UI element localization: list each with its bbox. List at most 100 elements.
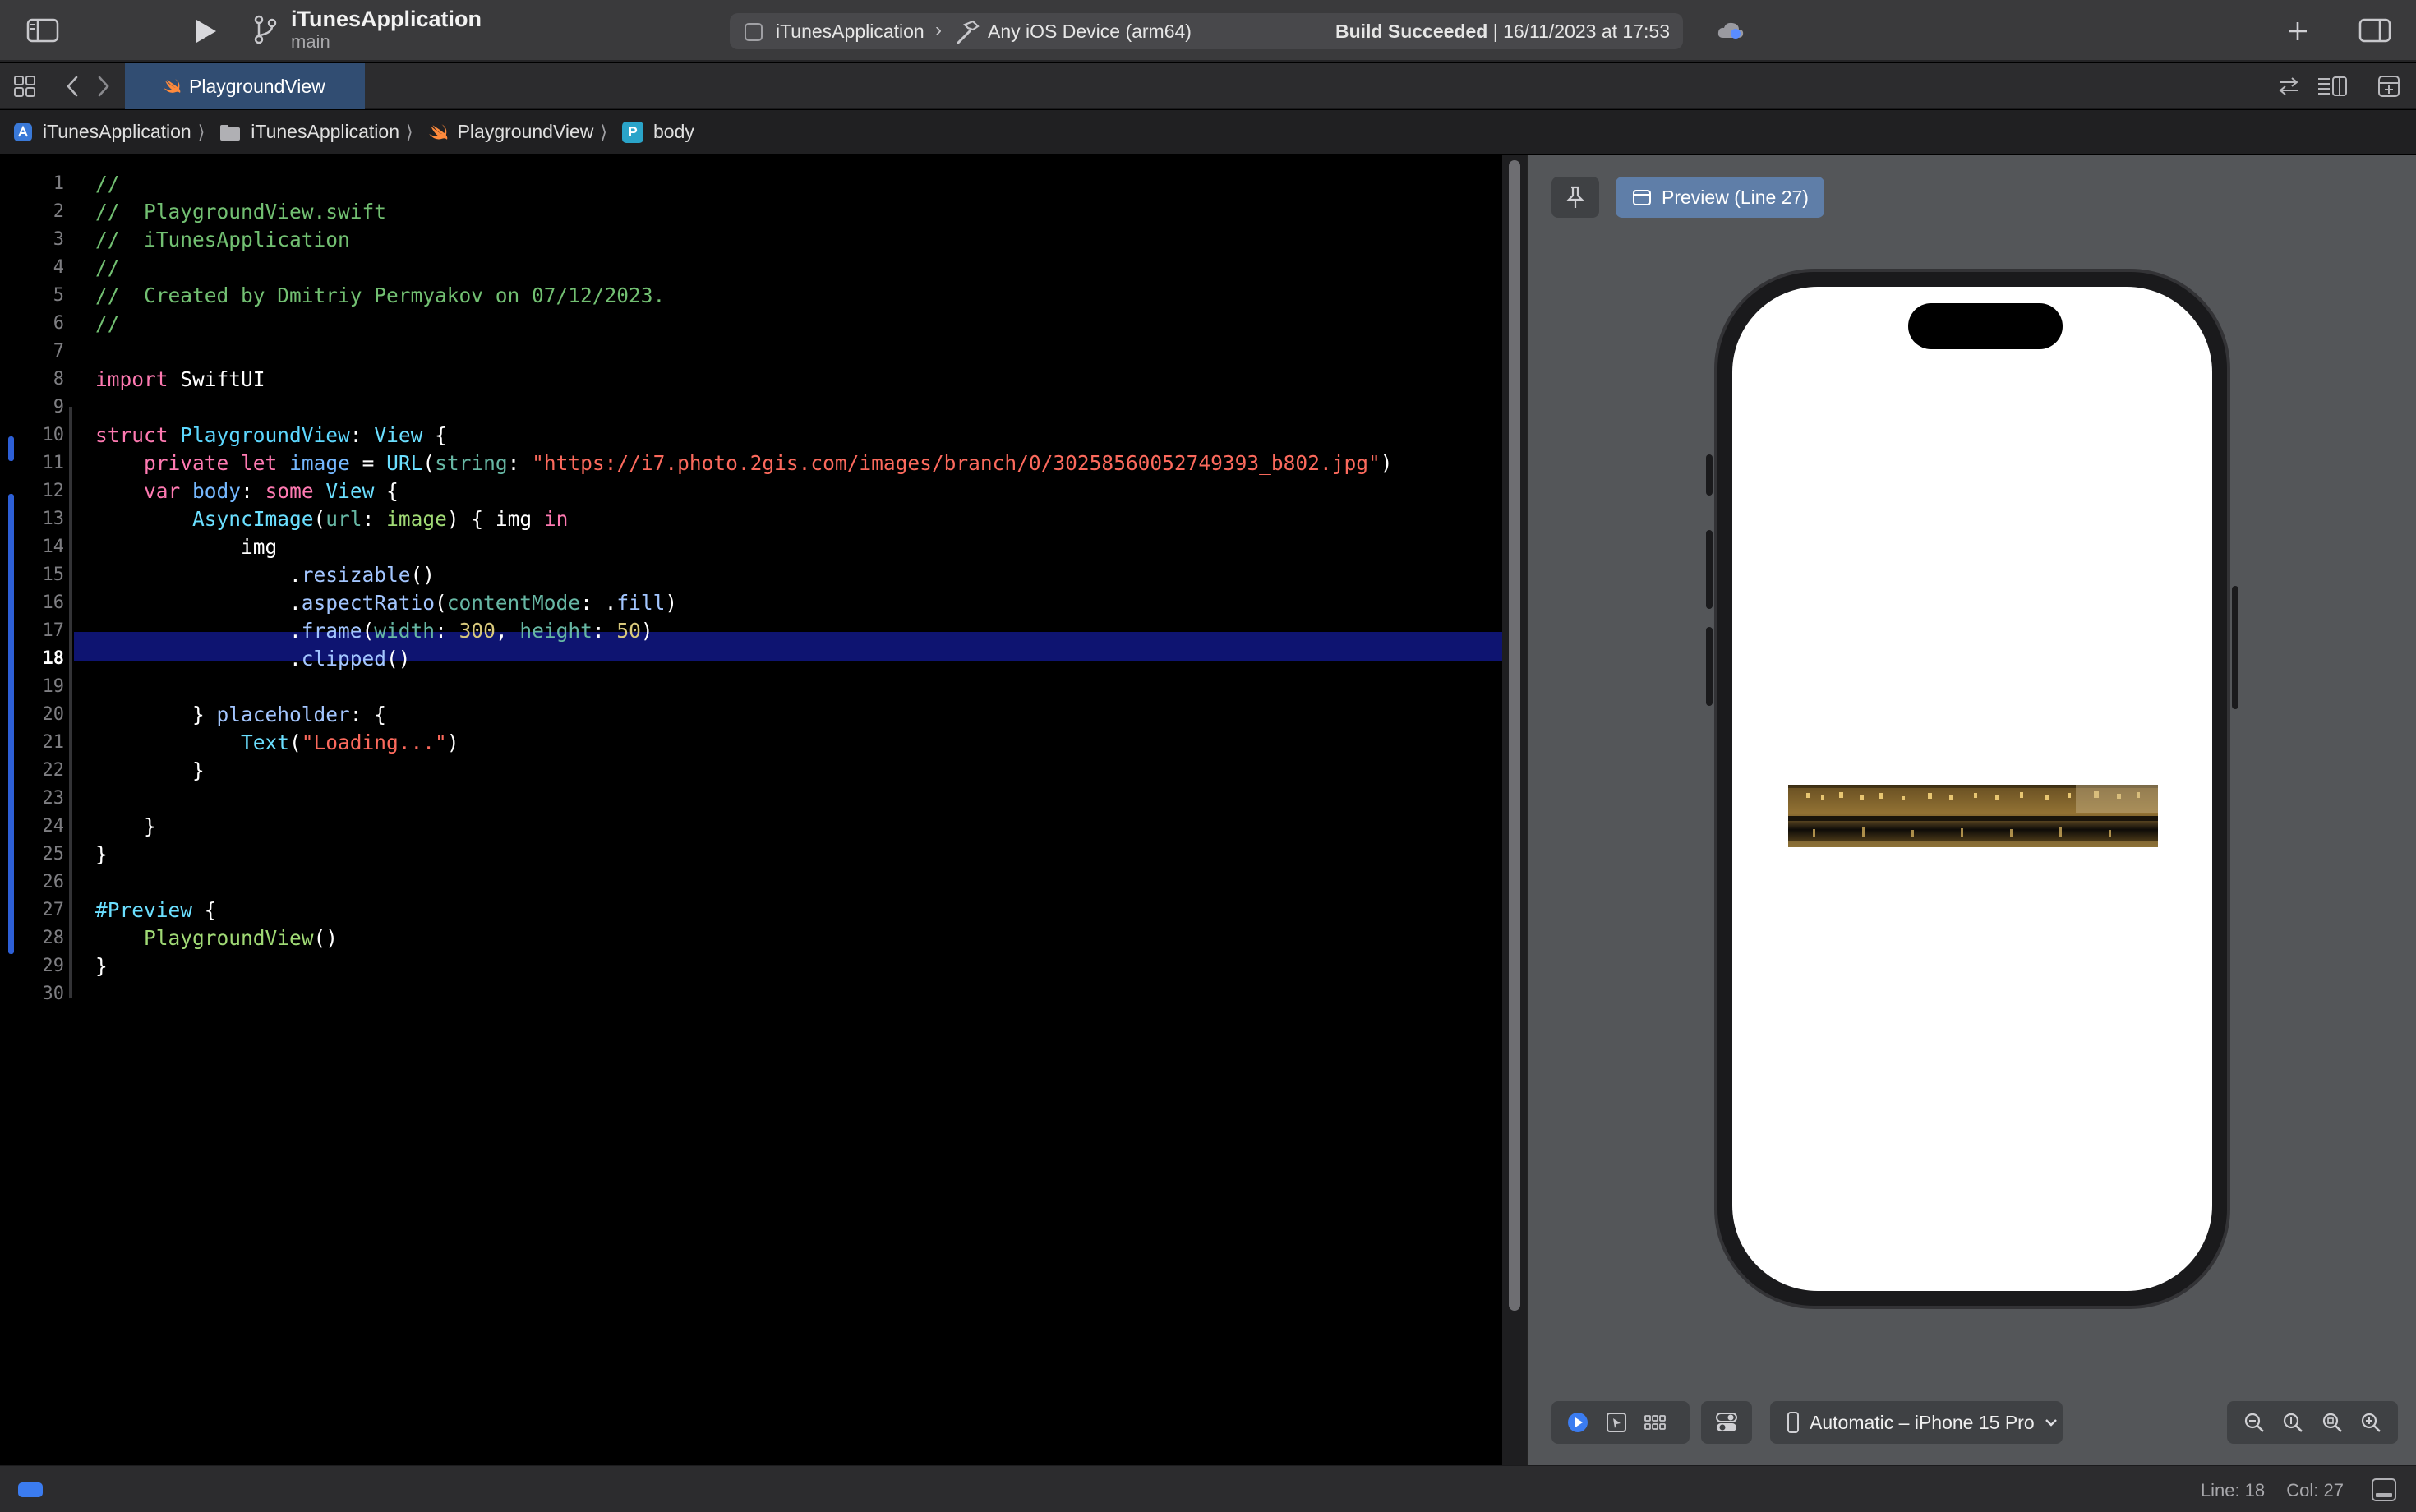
code-line[interactable]: .resizable() [95, 563, 435, 587]
tab-playgroundview[interactable]: PlaygroundView [125, 63, 365, 109]
breadcrumb-project[interactable]: iTunesApplication [13, 121, 191, 143]
code-line[interactable]: // Created by Dmitriy Permyakov on 07/12… [95, 284, 665, 307]
code-line[interactable]: AsyncImage(url: image) { img in [95, 507, 568, 531]
line-number[interactable]: 17 [0, 620, 65, 641]
code-line[interactable]: .clipped() [95, 647, 411, 671]
line-number[interactable]: 6 [0, 313, 64, 334]
jump-bar-toggle-button[interactable] [2276, 73, 2301, 99]
editor-scrollbar-thumb[interactable] [1509, 160, 1520, 1311]
code-line[interactable]: // PlaygroundView.swift [95, 200, 386, 224]
selectable-mode-icon[interactable] [1606, 1412, 1627, 1433]
project-title[interactable]: iTunesApplication [291, 7, 482, 32]
breadcrumb-symbol[interactable]: P body [621, 121, 694, 143]
zoom-actual-size-icon[interactable] [2281, 1411, 2304, 1434]
line-number[interactable]: 20 [0, 704, 65, 725]
line-number[interactable]: 28 [0, 928, 65, 948]
volume-up-button [1706, 530, 1713, 609]
code-token: // PlaygroundView.swift [95, 200, 387, 224]
line-number[interactable]: 26 [0, 872, 65, 892]
code-line[interactable]: PlaygroundView() [95, 926, 338, 950]
back-button[interactable] [61, 73, 84, 99]
line-number[interactable]: 11 [0, 453, 65, 473]
navigator-toggle-button[interactable] [25, 16, 61, 44]
code-line[interactable]: img [95, 535, 277, 559]
line-number[interactable]: 21 [0, 732, 65, 753]
line-number[interactable]: 22 [0, 760, 65, 781]
code-line[interactable]: } [95, 814, 156, 838]
code-token: image [386, 507, 447, 531]
cloud-icon[interactable] [1714, 16, 1747, 44]
device-screen[interactable] [1732, 287, 2212, 1291]
grid-icon [14, 76, 35, 97]
code-line[interactable]: } [95, 954, 108, 978]
code-token: some [265, 479, 314, 503]
add-library-button[interactable] [2281, 15, 2314, 48]
code-line[interactable]: // [95, 311, 120, 335]
code-line[interactable]: } placeholder: { [95, 703, 386, 726]
breadcrumb-folder[interactable]: iTunesApplication [219, 121, 399, 143]
zoom-in-icon[interactable] [2359, 1411, 2382, 1434]
line-number[interactable]: 2 [0, 201, 64, 222]
preview-device-picker[interactable]: Automatic – iPhone 15 Pro [1770, 1401, 2063, 1444]
line-number[interactable]: 27 [0, 900, 65, 920]
preview-tab[interactable]: Preview (Line 27) [1616, 177, 1824, 218]
line-number[interactable]: 10 [0, 425, 65, 445]
line-number[interactable]: 25 [0, 844, 65, 864]
code-line[interactable]: var body: some View { [95, 479, 399, 503]
line-number[interactable]: 18 [0, 648, 65, 669]
code-line[interactable]: } [95, 758, 205, 782]
line-number[interactable]: 8 [0, 369, 64, 390]
line-number[interactable]: 16 [0, 592, 65, 613]
line-number[interactable]: 7 [0, 341, 64, 362]
related-items-button[interactable] [12, 74, 38, 99]
property-badge-icon: P [621, 121, 643, 143]
line-number[interactable]: 23 [0, 788, 65, 809]
line-number[interactable]: 14 [0, 537, 65, 557]
code-line[interactable]: // [95, 172, 120, 196]
zoom-out-icon[interactable] [2243, 1411, 2266, 1434]
inspector-toggle-button[interactable] [2357, 16, 2393, 44]
line-number[interactable]: 15 [0, 565, 65, 585]
code-line[interactable]: .frame(width: 300, height: 50) [95, 619, 653, 643]
code-line[interactable]: #Preview { [95, 898, 217, 922]
code-line[interactable]: // [95, 256, 120, 279]
line-number[interactable]: 30 [0, 984, 65, 1004]
code-line[interactable]: .aspectRatio(contentMode: .fill) [95, 591, 677, 615]
forward-button[interactable] [92, 73, 115, 99]
canvas-device-settings-button[interactable] [1701, 1401, 1752, 1444]
debug-area-toggle-icon[interactable] [18, 1482, 43, 1497]
code-line[interactable]: struct PlaygroundView: View { [95, 423, 447, 447]
line-number[interactable]: 19 [0, 676, 65, 697]
add-editor-button[interactable] [2377, 73, 2401, 99]
line-number[interactable]: 24 [0, 816, 65, 837]
live-mode-icon[interactable] [1566, 1411, 1589, 1434]
line-number[interactable]: 29 [0, 956, 65, 976]
scheme-selector[interactable]: iTunesApplication [776, 21, 924, 43]
line-number[interactable]: 13 [0, 509, 65, 529]
line-number[interactable]: 5 [0, 285, 64, 306]
code-line[interactable]: import SwiftUI [95, 367, 265, 391]
run-destination-selector[interactable]: Any iOS Device (arm64) [988, 21, 1192, 43]
source-editor[interactable]: 1 // 2 // PlaygroundView.swift 3 // iTunesApp… [0, 155, 1502, 1465]
zoom-to-fit-icon[interactable] [2321, 1411, 2344, 1434]
line-number[interactable]: 4 [0, 257, 64, 278]
code-line[interactable]: } [95, 842, 108, 866]
code-line[interactable]: Text("Loading...") [95, 731, 459, 754]
editor-scrollbar[interactable] [1502, 155, 1527, 1465]
line-number[interactable]: 3 [0, 229, 64, 250]
run-button[interactable] [189, 16, 222, 46]
breadcrumb-file[interactable]: PlaygroundView [428, 121, 593, 143]
bottom-panel-toggle-icon[interactable] [2372, 1478, 2396, 1501]
code-line[interactable]: private let image = URL(string: "https:/… [95, 451, 1392, 475]
variants-icon[interactable] [1644, 1413, 1667, 1432]
line-number[interactable]: 12 [0, 481, 65, 501]
branch-name[interactable]: main [291, 31, 330, 53]
pin-preview-button[interactable] [1551, 177, 1599, 218]
code-line[interactable]: // iTunesApplication [95, 228, 350, 251]
line-number[interactable]: 9 [0, 397, 64, 417]
build-status-timestamp: | 16/11/2023 at 17:53 [1492, 21, 1670, 42]
code-folding-ribbon[interactable] [69, 407, 72, 998]
editor-options-button[interactable] [2316, 73, 2349, 99]
line-number[interactable]: 1 [0, 173, 64, 194]
iphone-device-frame [1706, 269, 2238, 1309]
